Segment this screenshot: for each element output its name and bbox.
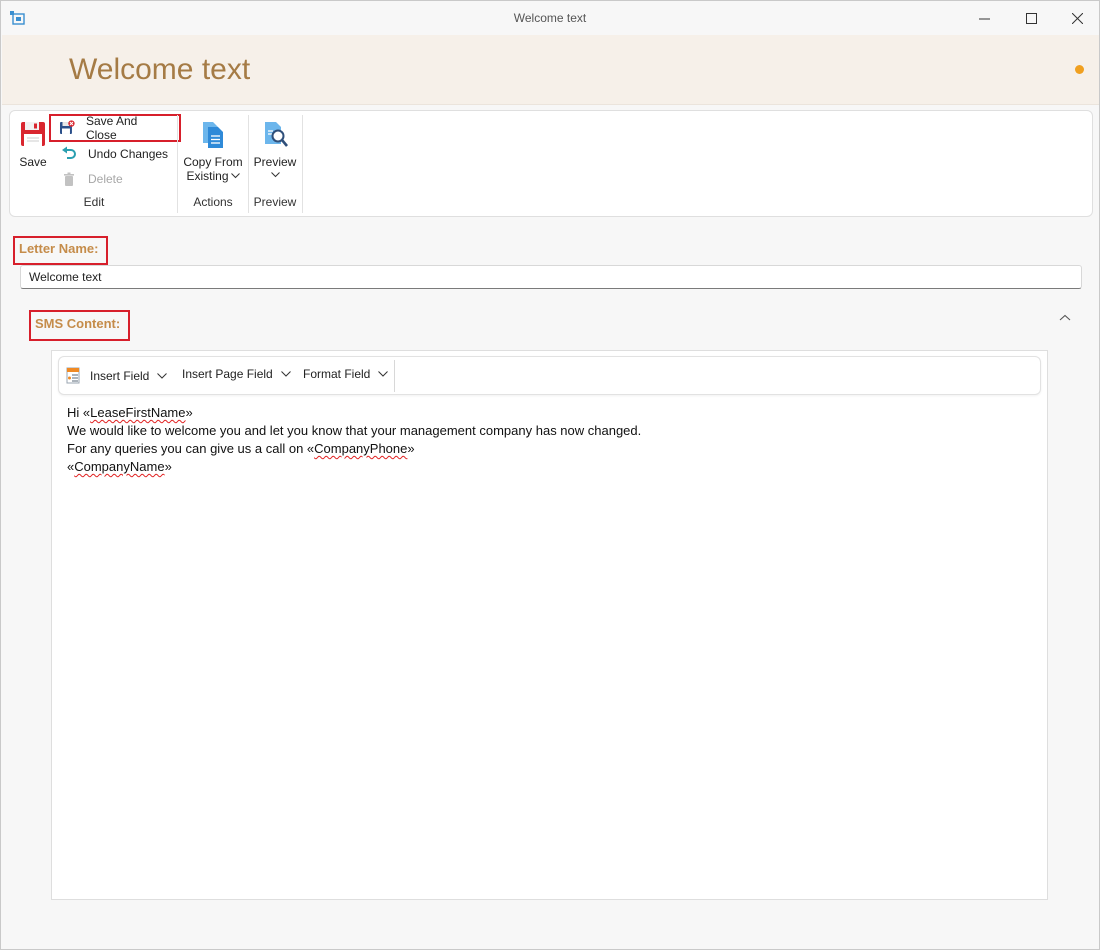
- letter-name-label: Letter Name:: [13, 236, 108, 265]
- text-span: Hi «: [67, 405, 91, 420]
- text-span: »: [185, 405, 193, 420]
- close-icon: [1071, 12, 1083, 24]
- status-dot: [1075, 65, 1084, 74]
- maximize-button[interactable]: [1016, 5, 1046, 31]
- content-line: Hi «LeaseFirstName»: [67, 404, 1027, 422]
- undo-changes-label: Undo Changes: [88, 147, 169, 161]
- chevron-down-icon: [280, 371, 291, 377]
- group-separator: [302, 115, 303, 213]
- trash-icon: [64, 172, 74, 186]
- chevron-down-icon: [230, 173, 240, 179]
- actions-group-label: Actions: [193, 195, 233, 209]
- sms-content-text[interactable]: Hi «LeaseFirstName» We would like to wel…: [67, 404, 1027, 476]
- preview-icon: [265, 122, 288, 147]
- text-span: »: [164, 459, 172, 474]
- undo-icon: [62, 146, 76, 159]
- merge-field-lease-first-name: LeaseFirstName: [90, 405, 186, 420]
- maximize-icon: [1025, 12, 1037, 24]
- group-separator: [248, 115, 249, 213]
- delete-button[interactable]: Delete: [53, 168, 131, 190]
- content-line: «CompanyName»: [67, 458, 1027, 476]
- merge-field-company-phone: CompanyPhone: [314, 441, 408, 456]
- content-line: We would like to welcome you and let you…: [67, 423, 642, 438]
- save-close-icon: [59, 120, 75, 134]
- save-and-close-button[interactable]: Save And Close: [49, 114, 181, 142]
- ribbon-toolbar: Save Save And Close Undo Changes Delete …: [9, 110, 1093, 217]
- letter-name-input[interactable]: Welcome text: [20, 265, 1082, 289]
- delete-label: Delete: [88, 172, 123, 186]
- preview-group-label: Preview: [253, 195, 297, 209]
- copy-from-existing-label-1: Copy From: [183, 155, 243, 169]
- close-button[interactable]: [1062, 5, 1092, 31]
- page-title: Welcome text: [69, 53, 251, 86]
- chevron-down-icon: [378, 371, 389, 377]
- save-icon: [21, 122, 45, 146]
- insert-page-field-dropdown[interactable]: Insert Page Field: [182, 367, 291, 381]
- toolbar-separator: [394, 360, 395, 392]
- edit-group-label: Edit: [83, 195, 105, 209]
- undo-changes-button[interactable]: Undo Changes: [53, 143, 176, 165]
- text-span: For any queries you can give us a call o…: [67, 441, 315, 456]
- title-bar: Welcome text: [1, 1, 1099, 35]
- app-window: Welcome text Welcome text Save Save And …: [0, 0, 1100, 950]
- save-label: Save: [19, 155, 47, 169]
- preview-label: Preview: [253, 155, 297, 169]
- save-button[interactable]: Save: [18, 121, 48, 169]
- window-title: Welcome text: [513, 11, 587, 25]
- insert-field-icon: [66, 367, 80, 384]
- format-field-dropdown[interactable]: Format Field: [303, 367, 389, 381]
- merge-field-company-name: CompanyName: [74, 459, 165, 474]
- text-span: »: [407, 441, 415, 456]
- insert-field-label: Insert Field: [90, 369, 150, 383]
- group-separator: [177, 115, 178, 213]
- chevron-down-icon: [270, 172, 280, 178]
- editor-toolbar: Insert Field Insert Page Field Format Fi…: [58, 356, 1041, 395]
- format-field-label: Format Field: [303, 367, 371, 381]
- page-header: Welcome text: [2, 35, 1099, 105]
- chevron-down-icon: [157, 373, 168, 379]
- copy-from-existing-label-2: Existing: [186, 169, 229, 183]
- copy-from-existing-label-row: Existing: [186, 169, 240, 183]
- chevron-up-icon[interactable]: [1057, 312, 1073, 324]
- copy-from-existing-dropdown[interactable]: Copy From Existing: [182, 119, 244, 183]
- content-line: For any queries you can give us a call o…: [67, 440, 1027, 458]
- preview-dropdown[interactable]: Preview: [251, 119, 299, 178]
- minimize-icon: [978, 18, 990, 19]
- insert-page-field-label: Insert Page Field: [182, 367, 273, 381]
- minimize-button[interactable]: [969, 5, 999, 31]
- insert-field-dropdown[interactable]: Insert Field: [66, 367, 168, 385]
- copy-document-icon: [203, 122, 223, 148]
- save-and-close-label: Save And Close: [85, 114, 138, 142]
- sms-content-label: SMS Content:: [29, 310, 130, 341]
